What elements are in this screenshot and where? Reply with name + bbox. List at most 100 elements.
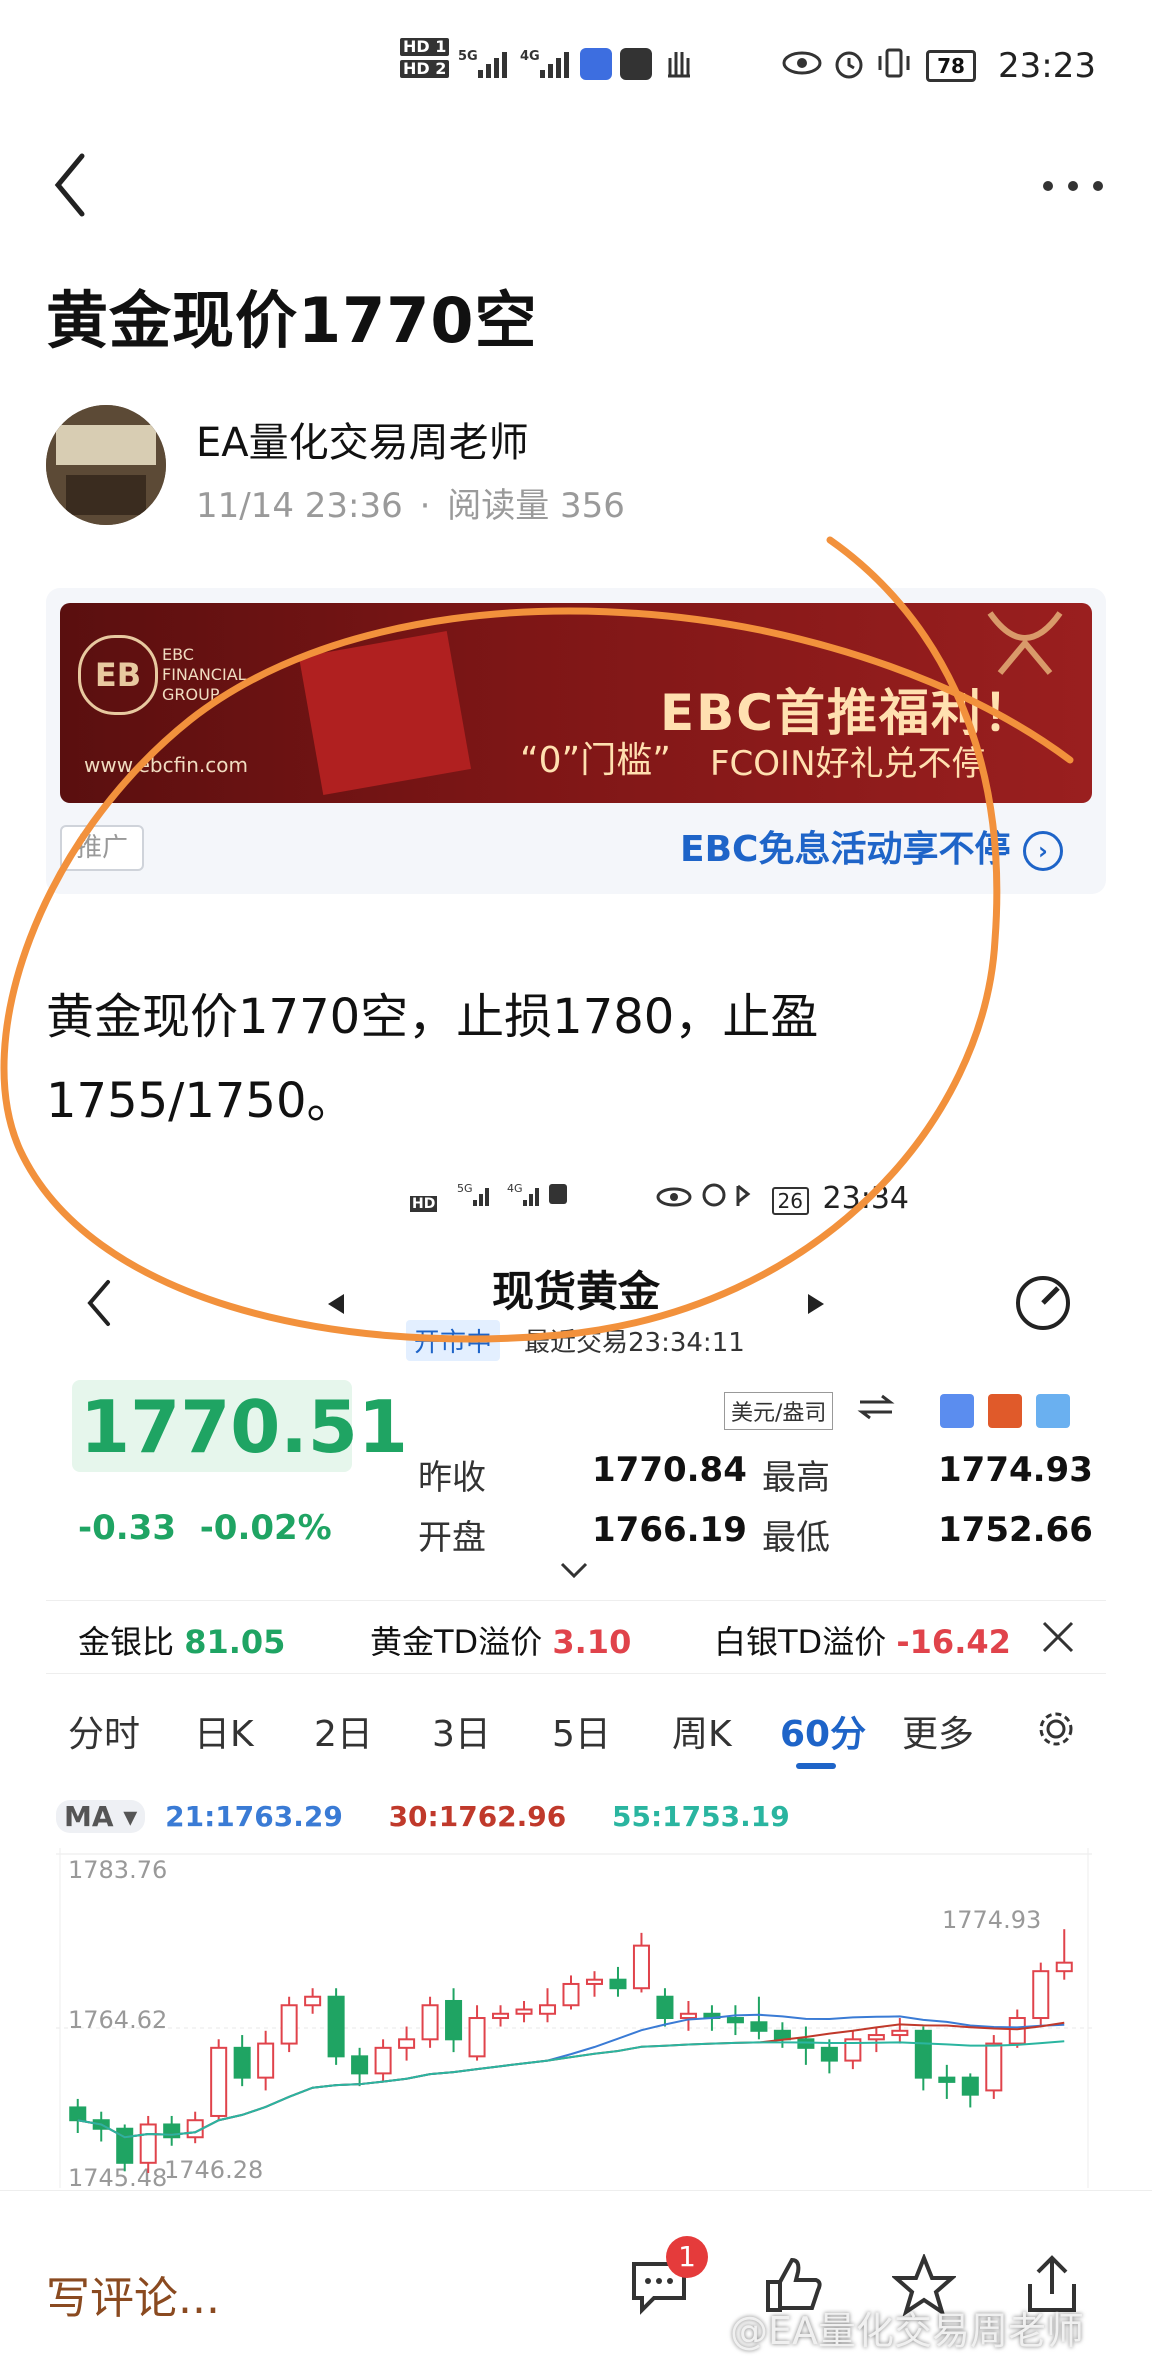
open-label: 开盘 xyxy=(418,1518,486,1558)
tab-2day[interactable]: 2日 xyxy=(314,1705,373,1757)
last-trade: 最近交易23:34:11 xyxy=(524,1328,745,1358)
article-body: 黄金现价1770空，止损1780，止盈1755/1750。 xyxy=(46,989,819,1129)
ad-banner[interactable]: EB EBC FINANCIAL GROUP www.ebcfin.com EBC首… xyxy=(60,603,1092,803)
candle-body xyxy=(750,2021,768,2032)
y-tick-top: 1783.76 xyxy=(68,1856,167,1884)
app-notification-icon xyxy=(580,48,612,80)
close-icon[interactable] xyxy=(1040,1619,1076,1659)
bluetooth-icon xyxy=(702,1181,772,1216)
ad-link[interactable]: EBC免息活动享不停 › xyxy=(680,820,1063,872)
candle-body xyxy=(609,1978,627,1990)
comment-input[interactable]: 写评论... xyxy=(46,2262,220,2326)
candle-body xyxy=(914,2029,932,2079)
svg-text:4G: 4G xyxy=(507,1182,523,1195)
high-annotation: 1774.93 xyxy=(942,1906,1041,1934)
refresh-icon[interactable] xyxy=(1012,1272,1074,1338)
article-meta: 11/14 23:36 · 阅读量 356 xyxy=(196,486,625,526)
expand-chevron-icon[interactable] xyxy=(560,1562,588,1582)
candle-body xyxy=(374,2046,392,2075)
vibrate-icon xyxy=(876,46,912,84)
candle-body xyxy=(985,2042,1003,2092)
silver-td-premium: 白银TD溢价 -16.42 xyxy=(714,1623,1011,1661)
period-tabs: 分时 日K 2日 3日 5日 周K 60分 更多 xyxy=(46,1705,1106,1775)
hd-indicator: HD 1 HD 2 xyxy=(400,38,450,78)
candle-body xyxy=(468,2017,486,2058)
ma-row: MA ▾ 21:1763.29 30:1762.96 55:1753.19 xyxy=(56,1800,790,1833)
candle-body xyxy=(632,1944,650,1990)
candle-body xyxy=(492,2012,510,2020)
y-tick-mid: 1764.62 xyxy=(68,2006,167,2034)
swap-icon[interactable] xyxy=(856,1392,896,1426)
percent-icon[interactable] xyxy=(940,1394,974,1428)
candlestick-chart[interactable]: 1783.76 1764.62 1745.48 1774.93 1746.28 xyxy=(56,1848,1092,2192)
candle-body xyxy=(257,2042,275,2079)
chart-svg: 1783.76 1764.62 1745.48 1774.93 1746.28 xyxy=(56,1848,1092,2192)
candle-body xyxy=(139,2123,157,2164)
tab-fenshi[interactable]: 分时 xyxy=(68,1705,140,1757)
high-label: 最高 xyxy=(762,1458,830,1498)
quote-title: 现货黄金 xyxy=(491,1267,660,1316)
arrow-app-icon xyxy=(620,48,652,80)
tab-more[interactable]: 更多 xyxy=(902,1705,974,1757)
tab-60min[interactable]: 60分 xyxy=(780,1705,866,1757)
reads-count: 356 xyxy=(560,486,625,526)
candle-body xyxy=(820,2046,838,2062)
tab-5day[interactable]: 5日 xyxy=(552,1705,611,1757)
candle-body xyxy=(1055,1961,1073,1973)
status-bar: HD 1 HD 2 5G 4G 78 23:23 xyxy=(0,0,1152,130)
tab-3day[interactable]: 3日 xyxy=(432,1705,491,1757)
signal-5g-icon: 5G xyxy=(458,46,508,84)
prev-close-label: 昨收 xyxy=(418,1458,486,1498)
avatar[interactable] xyxy=(46,405,166,525)
settings-gear-icon[interactable] xyxy=(1036,1709,1076,1753)
candle-body xyxy=(867,2034,885,2041)
tab-day-k[interactable]: 日K xyxy=(194,1705,254,1757)
market-status: 开市中 xyxy=(406,1320,501,1361)
candle-body xyxy=(398,2038,416,2049)
candle-body xyxy=(585,1978,604,1985)
alarm-icon xyxy=(832,46,866,84)
embedded-clock: 23:34 xyxy=(822,1181,909,1216)
eye-icon xyxy=(656,1181,702,1216)
y-tick-bottom: 1745.48 xyxy=(68,2164,167,2188)
candle-body xyxy=(938,2076,956,2083)
svg-text:4G: 4G xyxy=(520,49,540,64)
more-icon[interactable] xyxy=(1040,174,1106,202)
gold-silver-ratio: 金银比 81.05 xyxy=(78,1623,286,1661)
unit-toggle[interactable]: 美元/盎司 xyxy=(724,1392,834,1430)
ebc-logo-icon: EB xyxy=(78,635,158,715)
next-arrow-icon[interactable] xyxy=(806,1292,826,1320)
author-name[interactable]: EA量化交易周老师 xyxy=(196,410,529,468)
ad-brand: EBC FINANCIAL GROUP xyxy=(162,645,247,704)
clock-icon[interactable] xyxy=(1036,1394,1070,1428)
candle-body xyxy=(351,2055,369,2075)
ad-zero: “0”门槛” xyxy=(520,740,671,781)
back-icon[interactable] xyxy=(50,150,90,224)
candle-body xyxy=(280,2004,298,2045)
tab-week-k[interactable]: 周K xyxy=(672,1705,732,1757)
ad-tag: 推广 xyxy=(60,825,144,871)
gift-box-icon xyxy=(298,631,472,795)
ma-selector[interactable]: MA ▾ xyxy=(56,1800,146,1833)
candle-body xyxy=(726,2017,744,2024)
battery-icon: 26 xyxy=(771,1187,809,1215)
candle-body xyxy=(656,1995,674,2020)
candle-body xyxy=(421,2004,439,2041)
battery-icon: 78 xyxy=(926,50,976,82)
ad-site: www.ebcfin.com xyxy=(84,753,248,777)
candle-body xyxy=(1008,2017,1026,2045)
clock: 23:23 xyxy=(998,46,1096,86)
ratio-row: 金银比 81.05 黄金TD溢价 3.10 白银TD溢价 -16.42 xyxy=(46,1600,1106,1674)
candle-body xyxy=(210,2046,228,2117)
candle-body xyxy=(304,1995,322,2007)
embedded-status-bar: HD 5G 4G 26 23:34 xyxy=(410,1181,909,1216)
current-price: 1770.51 xyxy=(80,1385,408,1469)
ad-headline: EBC首推福利！ xyxy=(660,684,1035,742)
prev-close-value: 1770.84 xyxy=(592,1450,747,1490)
candle-body xyxy=(515,2008,533,2015)
candle-body xyxy=(69,2106,87,2122)
t-icon[interactable] xyxy=(988,1394,1022,1428)
low-label: 最低 xyxy=(762,1518,830,1558)
candle-body xyxy=(891,2029,909,2037)
low-annotation: 1746.28 xyxy=(164,2156,263,2184)
